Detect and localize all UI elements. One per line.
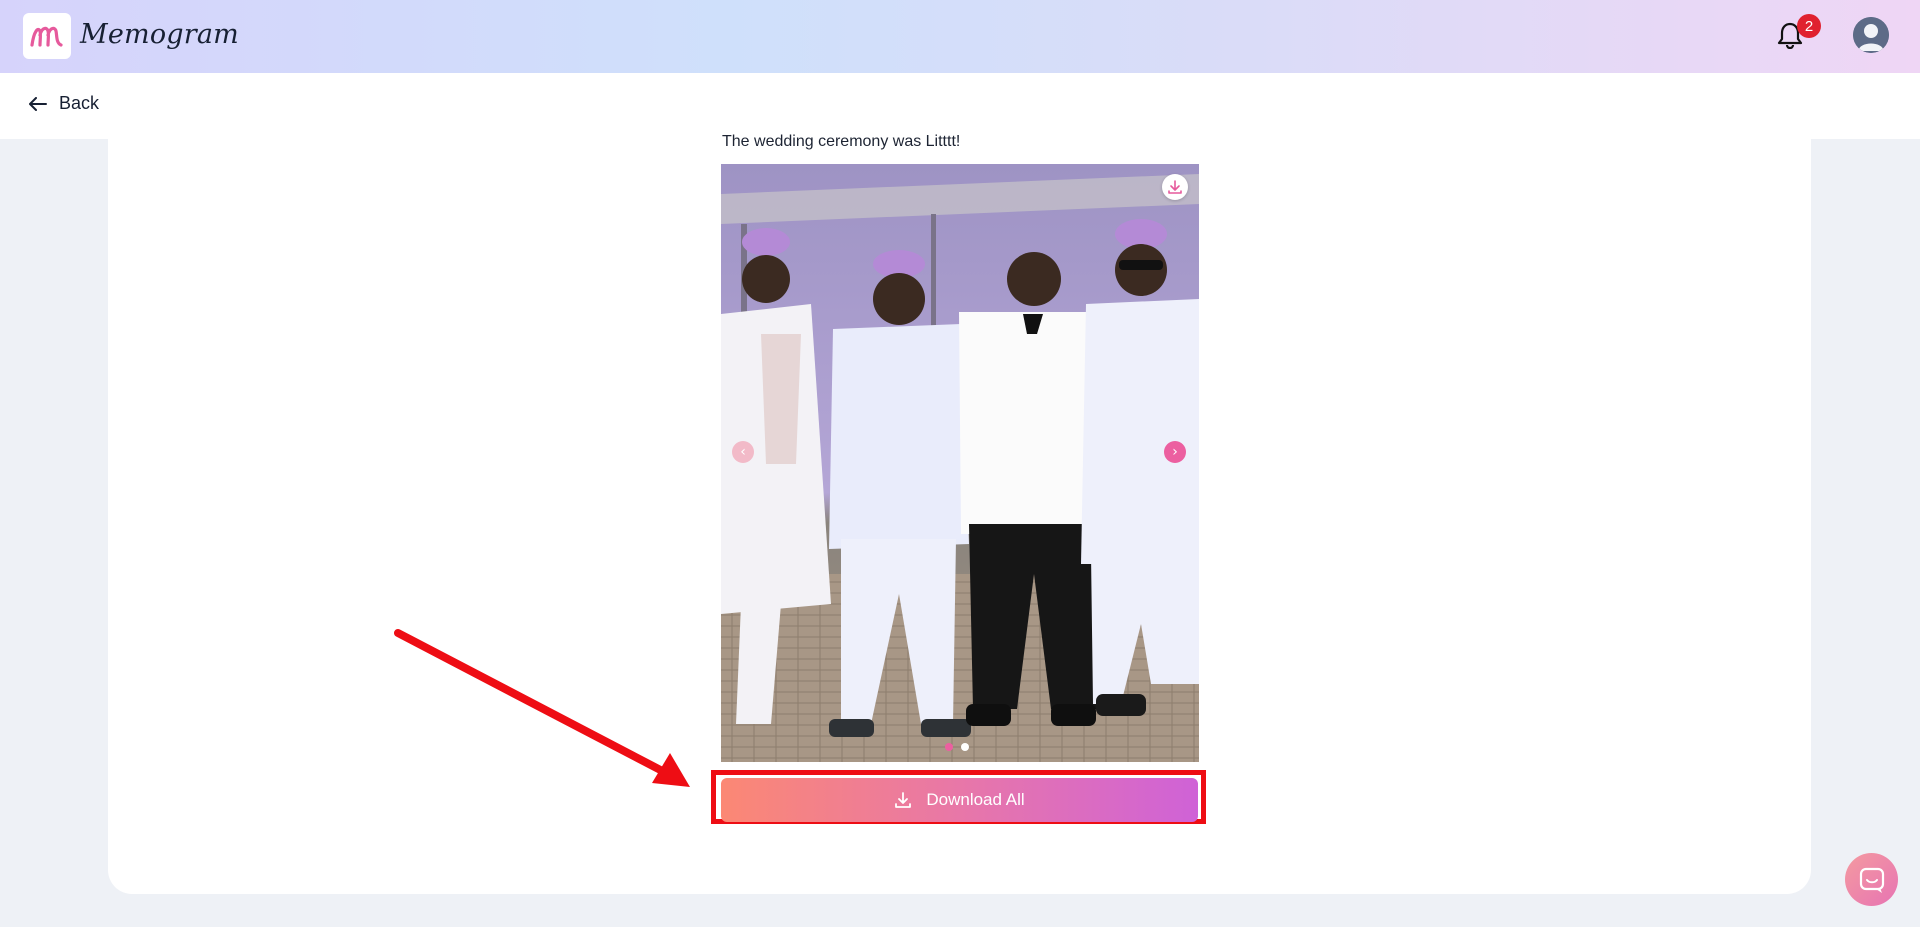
annotation-arrow xyxy=(394,629,690,787)
logo-icon[interactable] xyxy=(23,13,71,59)
download-all-label: Download All xyxy=(926,790,1025,809)
back-label: Back xyxy=(59,93,100,113)
back-bar: Back xyxy=(0,73,1920,139)
back-button[interactable]: Back xyxy=(29,93,99,114)
download-icon xyxy=(895,792,912,808)
carousel-dot-2[interactable] xyxy=(961,743,969,751)
notification-badge: 2 xyxy=(1797,14,1821,38)
brand-name: Memogram xyxy=(80,19,239,50)
download-image-button[interactable] xyxy=(1162,174,1188,200)
carousel-dots xyxy=(945,743,969,751)
chevron-right-icon[interactable]: › xyxy=(1164,441,1186,463)
download-icon xyxy=(1168,180,1182,194)
avatar[interactable] xyxy=(1853,17,1889,53)
download-all-button[interactable]: Download All xyxy=(721,778,1198,822)
chat-icon[interactable] xyxy=(1845,853,1898,906)
chevron-left-icon[interactable]: ‹ xyxy=(732,441,754,463)
post-image[interactable] xyxy=(721,164,1199,762)
arrow-left-icon xyxy=(29,96,47,111)
post-caption: The wedding ceremony was Litttt! xyxy=(722,133,961,150)
top-bar: Memogram 2 xyxy=(0,0,1920,73)
carousel-dot-1[interactable] xyxy=(945,743,953,751)
